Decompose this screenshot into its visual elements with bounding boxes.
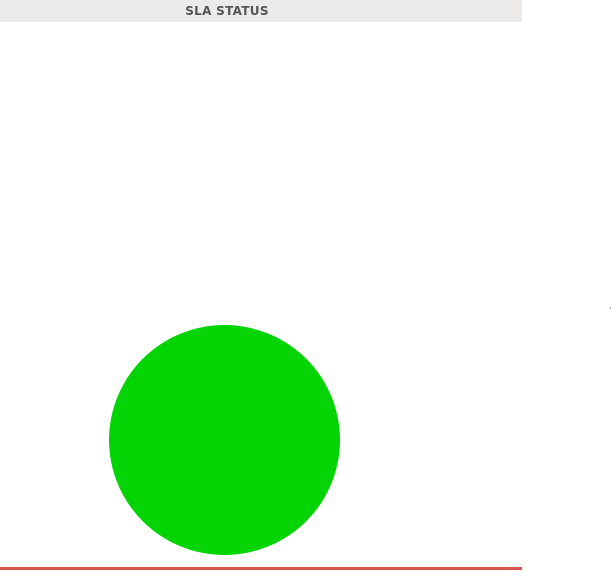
bottom-divider	[0, 567, 522, 570]
panel-title: SLA STATUS	[185, 4, 269, 18]
edge-mark: ·	[609, 304, 612, 314]
sla-status-indicator	[109, 325, 340, 555]
sla-status-panel: SLA STATUS	[0, 0, 522, 571]
panel-header: SLA STATUS	[0, 0, 522, 22]
